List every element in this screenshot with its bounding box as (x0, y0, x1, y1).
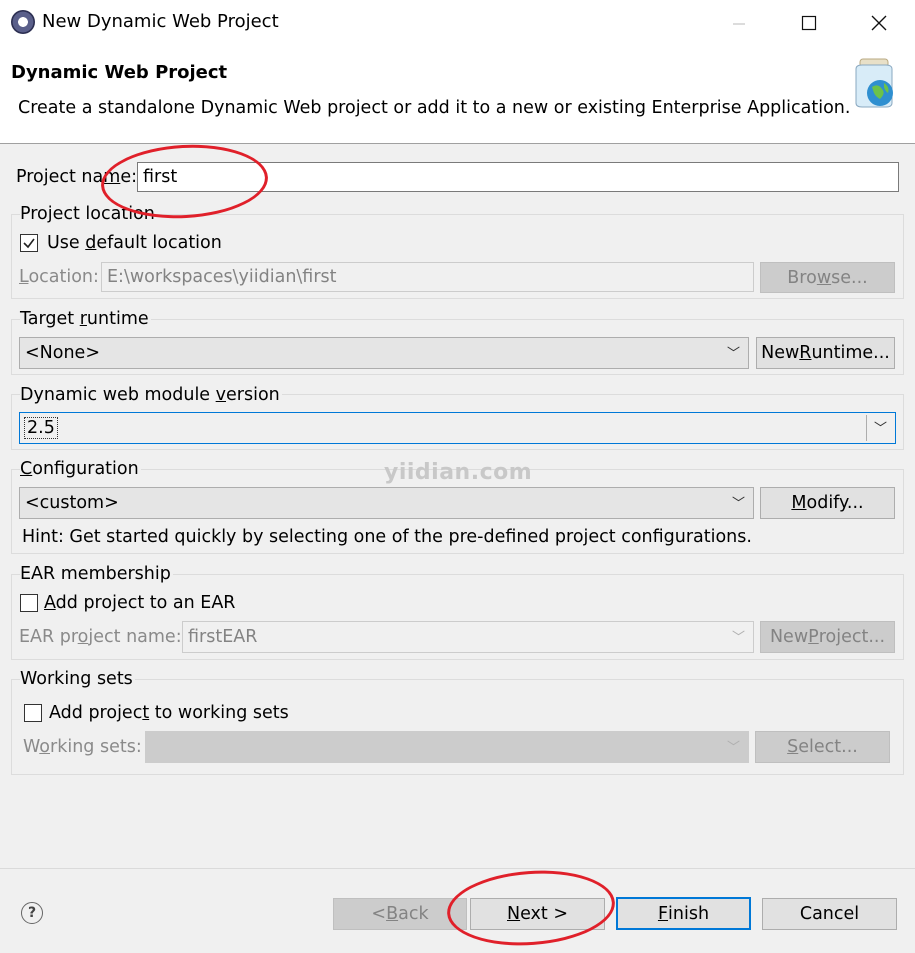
back-button[interactable]: < Back (333, 898, 467, 930)
page-description: Create a standalone Dynamic Web project … (18, 98, 851, 118)
ear-membership-heading: EAR membership (20, 564, 173, 584)
page-title: Dynamic Web Project (11, 62, 228, 83)
minimize-icon[interactable] (704, 0, 774, 45)
next-button[interactable]: Next > (470, 898, 605, 930)
module-version-heading: Dynamic web module version (20, 385, 282, 405)
window-title: New Dynamic Web Project (42, 11, 279, 32)
close-icon[interactable] (844, 0, 914, 45)
help-icon[interactable]: ? (21, 902, 43, 924)
configuration-value: <custom> (25, 493, 119, 513)
dropdown-arrow-icon: ﹀ (731, 630, 745, 646)
target-runtime-heading: Target runtime (20, 309, 151, 329)
working-sets-label: Working sets: (23, 737, 142, 757)
configuration-heading: Configuration (20, 459, 141, 479)
maximize-icon[interactable] (774, 0, 844, 45)
modify-button[interactable]: Modify... (760, 487, 895, 519)
use-default-location-label: Use default location (47, 233, 222, 253)
working-sets-heading: Working sets (20, 669, 135, 689)
module-version-value: 2.5 (24, 417, 58, 439)
add-to-working-sets-label: Add project to working sets (49, 703, 289, 723)
dropdown-arrow-icon: ﹀ (731, 496, 745, 512)
eclipse-app-icon (11, 10, 35, 34)
footer-divider (0, 868, 915, 869)
checkmark-icon (23, 238, 35, 249)
target-runtime-select[interactable]: <None> ﹀ (19, 337, 749, 369)
location-input[interactable]: E:\workspaces\yiidian\first (101, 262, 754, 292)
dropdown-arrow-icon: ﹀ (726, 740, 740, 756)
target-runtime-value: <None> (25, 343, 100, 363)
working-sets-select[interactable]: ﹀ (145, 731, 749, 763)
location-label: Location: (19, 267, 99, 287)
project-name-input[interactable]: first (137, 162, 899, 192)
dropdown-arrow-icon: ﹀ (873, 421, 887, 437)
add-to-working-sets-checkbox[interactable] (24, 704, 42, 722)
new-ear-project-button[interactable]: New Project... (760, 621, 895, 653)
ear-project-name-value: firstEAR (188, 627, 258, 647)
browse-button[interactable]: Bro w se... (760, 262, 895, 293)
project-location-heading: Project location (20, 204, 157, 224)
configuration-select[interactable]: <custom> ﹀ (19, 487, 754, 519)
finish-button[interactable]: Finish (616, 897, 751, 930)
new-runtime-button[interactable]: New Runtime... (756, 337, 895, 369)
use-default-location-checkbox[interactable] (20, 234, 38, 252)
wizard-header (0, 45, 915, 143)
header-divider (0, 143, 915, 144)
module-version-select[interactable]: 2.5 ﹀ (19, 412, 896, 444)
web-project-jar-icon (850, 53, 902, 109)
add-to-ear-checkbox[interactable] (20, 594, 38, 612)
project-name-label: Project name: (16, 167, 137, 187)
select-working-sets-button[interactable]: Select... (755, 731, 890, 763)
dropdown-arrow-icon: ﹀ (726, 346, 740, 362)
add-to-ear-label: Add project to an EAR (44, 593, 236, 613)
ear-project-name-select[interactable]: firstEAR ﹀ (182, 621, 754, 653)
cancel-button[interactable]: Cancel (762, 898, 897, 930)
ear-project-name-label: EAR project name: (19, 627, 182, 647)
watermark-text: yiidian.com (384, 460, 533, 485)
configuration-hint: Hint: Get started quickly by selecting o… (22, 527, 752, 547)
